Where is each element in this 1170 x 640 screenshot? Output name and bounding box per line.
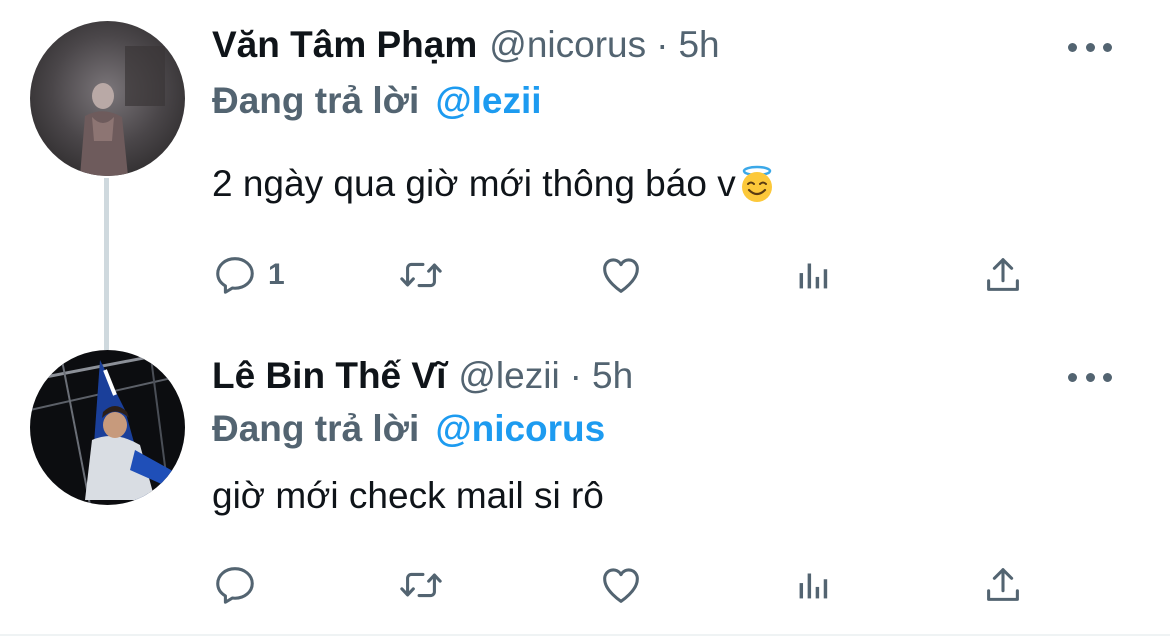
reply-icon [216,567,254,604]
more-icon[interactable] [1068,37,1112,57]
replying-prefix: Đang trả lời [212,80,420,121]
retweet-button[interactable] [398,560,444,610]
views-icon [799,573,828,599]
tweet-actions [212,560,1042,610]
reply-button[interactable]: 1 [212,250,285,300]
author-handle[interactable]: @nicorus [489,24,646,66]
author-handle[interactable]: @lezii [458,355,559,397]
replying-to: Đang trả lời @lezii [212,80,542,122]
like-button[interactable] [598,560,644,610]
reply-count: 1 [268,258,285,291]
views-icon [799,263,828,289]
like-button[interactable] [598,250,644,300]
views-button[interactable] [790,250,836,300]
tweet-text-content: 2 ngày qua giờ mới thông báo v [212,163,736,204]
tweet-text-content: giờ mới check mail si rô [212,475,604,516]
author-name[interactable]: Văn Tâm Phạm [212,24,477,66]
divider [0,634,1170,636]
retweet-icon [400,572,442,598]
separator-dot: · [656,24,669,65]
tweet: Văn Tâm Phạm @nicorus · 5h Đang trả lời … [0,0,1170,335]
smiling-face-with-halo-emoji [738,165,776,203]
avatar[interactable] [30,350,185,505]
retweet-button[interactable] [398,250,444,300]
replying-prefix: Đang trả lời [212,408,420,449]
share-button[interactable] [980,250,1026,300]
tweet-text: 2 ngày qua giờ mới thông báo v [212,163,776,205]
share-button[interactable] [980,560,1026,610]
share-icon [987,568,1019,601]
separator-dot: · [569,355,582,396]
share-icon [987,258,1019,291]
avatar[interactable] [30,21,185,176]
replying-to: Đang trả lời @nicorus [212,408,605,450]
more-icon[interactable] [1068,367,1112,387]
timestamp[interactable]: 5h [678,24,719,66]
tweet-header: Lê Bin Thế Vĩ @lezii · 5h [212,355,633,397]
replying-mention[interactable]: @nicorus [436,408,606,449]
timestamp[interactable]: 5h [592,355,633,397]
reply-button[interactable] [212,560,268,610]
author-name[interactable]: Lê Bin Thế Vĩ [212,355,446,397]
tweet-actions: 1 [212,250,1042,300]
like-icon [603,258,639,293]
retweet-icon [400,262,442,288]
like-icon [603,568,639,603]
views-button[interactable] [790,560,836,610]
reply-icon [216,257,254,294]
tweet-text: giờ mới check mail si rô [212,475,604,517]
tweet-header: Văn Tâm Phạm @nicorus · 5h [212,24,720,66]
replying-mention[interactable]: @lezii [436,80,542,121]
tweet: Lê Bin Thế Vĩ @lezii · 5h Đang trả lời @… [0,335,1170,635]
